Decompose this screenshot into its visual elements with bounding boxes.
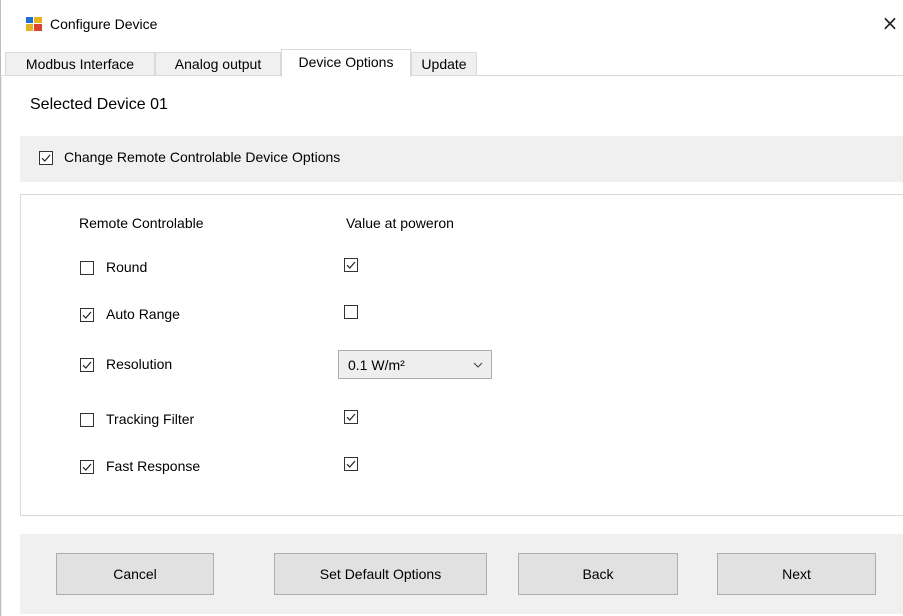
configure-device-window: Configure Device × Modbus Interface Anal… xyxy=(0,0,903,616)
checkmark-icon xyxy=(82,311,92,319)
round-value-checkbox[interactable] xyxy=(344,258,358,272)
resolution-dropdown-value: 0.1 W/m² xyxy=(348,357,405,373)
resolution-dropdown[interactable]: 0.1 W/m² xyxy=(338,350,492,379)
resolution-label: Resolution xyxy=(106,356,173,372)
back-button[interactable]: Back xyxy=(518,553,678,595)
checkmark-icon xyxy=(346,413,356,421)
checkmark-icon xyxy=(82,463,92,471)
title-bar: Configure Device × xyxy=(1,0,903,48)
auto-range-label: Auto Range xyxy=(106,306,180,322)
change-remote-options-checkbox[interactable] xyxy=(39,151,53,165)
selected-device-label: Selected Device 01 xyxy=(30,96,168,113)
close-button[interactable]: × xyxy=(876,8,903,38)
next-button[interactable]: Next xyxy=(717,553,876,595)
tracking-filter-label: Tracking Filter xyxy=(106,411,195,427)
tracking-filter-value-checkbox[interactable] xyxy=(344,410,358,424)
fast-response-remote-checkbox[interactable] xyxy=(80,460,94,474)
auto-range-remote-checkbox[interactable] xyxy=(80,308,94,322)
checkmark-icon xyxy=(82,361,92,369)
set-default-options-button[interactable]: Set Default Options xyxy=(274,553,487,595)
tracking-filter-remote-checkbox[interactable] xyxy=(80,413,94,427)
checkmark-icon xyxy=(41,154,51,162)
window-title: Configure Device xyxy=(50,16,158,32)
round-label: Round xyxy=(106,259,148,275)
tab-modbus-interface[interactable]: Modbus Interface xyxy=(5,52,155,76)
chevron-down-icon xyxy=(473,362,483,368)
fast-response-value-checkbox[interactable] xyxy=(344,457,358,471)
value-at-poweron-header: Value at poweron xyxy=(346,215,454,231)
resolution-remote-checkbox[interactable] xyxy=(80,358,94,372)
tab-update[interactable]: Update xyxy=(411,52,477,76)
checkmark-icon xyxy=(346,261,356,269)
app-icon xyxy=(26,17,42,31)
tab-analog-output[interactable]: Analog output xyxy=(155,52,281,76)
fast-response-label: Fast Response xyxy=(106,458,201,474)
tab-bar: Modbus Interface Analog output Device Op… xyxy=(1,48,903,77)
cancel-button[interactable]: Cancel xyxy=(56,553,214,595)
change-remote-options-label: Change Remote Controlable Device Options xyxy=(64,149,341,165)
round-remote-checkbox[interactable] xyxy=(80,261,94,275)
tab-device-options[interactable]: Device Options xyxy=(281,49,411,77)
remote-controlable-header: Remote Controlable xyxy=(79,215,204,231)
auto-range-value-checkbox[interactable] xyxy=(344,305,358,319)
checkmark-icon xyxy=(346,460,356,468)
